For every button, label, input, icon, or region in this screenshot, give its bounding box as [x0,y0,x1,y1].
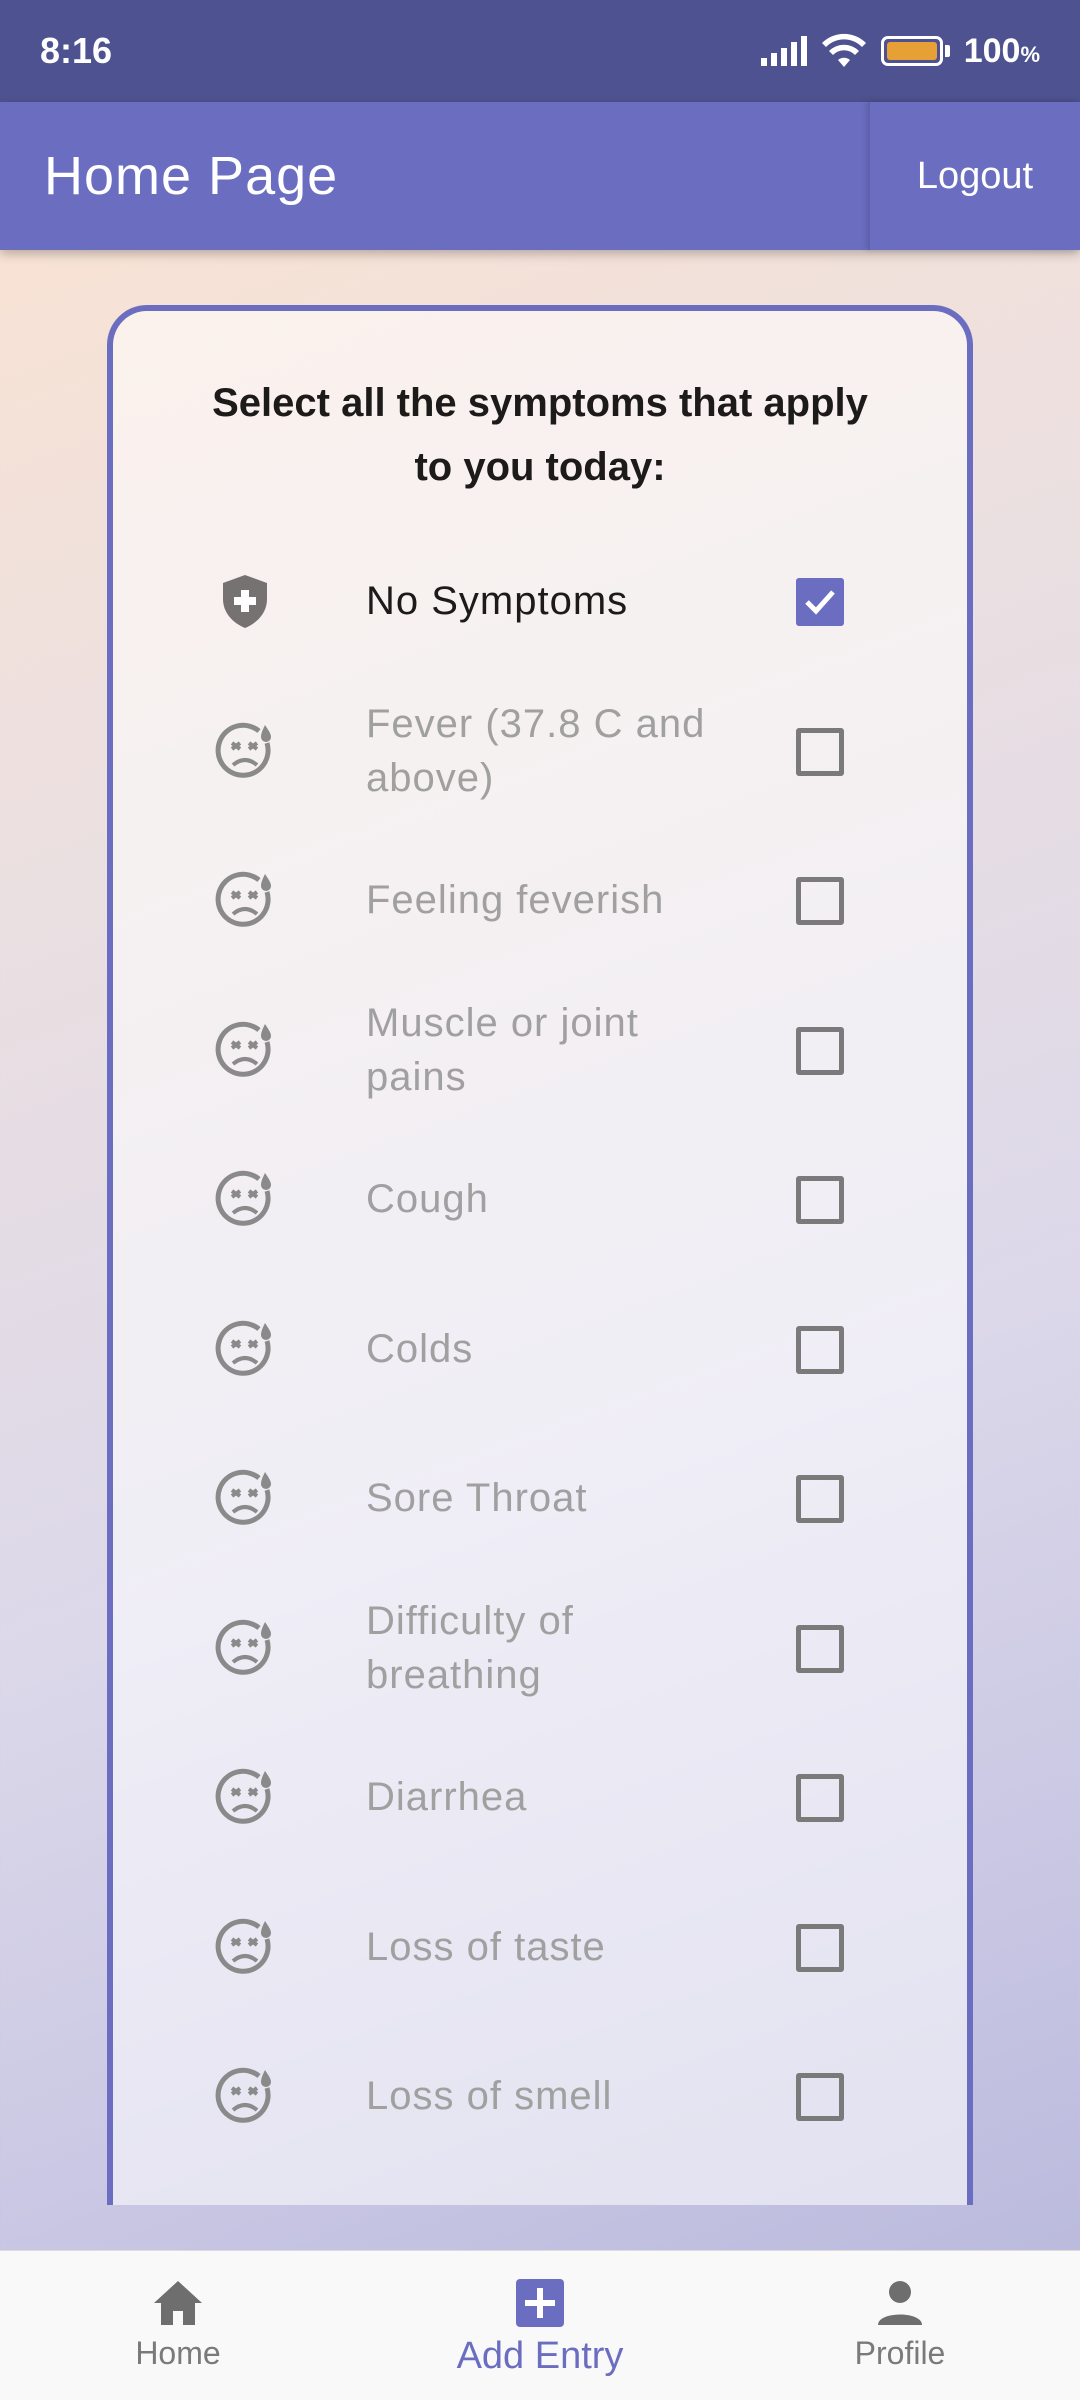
nav-home-label: Home [135,2335,221,2371]
sick-face-icon [215,1020,275,1080]
card-title: Select all the symptoms that apply to yo… [212,381,868,489]
sick-face-icon [215,2066,275,2126]
symptom-checkbox[interactable] [796,1475,844,1523]
symptom-label: Fever (37.8 C and above) [366,701,706,800]
symptom-checkbox[interactable] [796,877,844,925]
symptom-row[interactable]: Loss of smell [113,2026,967,2166]
check-icon [805,590,835,615]
nav-home[interactable]: Home [28,2251,328,2400]
sick-face-icon [215,1618,275,1678]
symptom-checkbox[interactable] [796,1325,844,1374]
logout-button[interactable]: Logout [868,102,1080,250]
add-box-icon [516,2279,564,2327]
symptom-label: Difficulty of breathing [366,1598,574,1697]
nav-add-entry-label: Add Entry [456,2335,624,2377]
sick-face-icon [215,1767,275,1827]
sick-face-icon [215,1468,275,1528]
sick-face-icon [215,1169,275,1229]
app-bar: Home Page Logout [0,102,1080,250]
symptom-checkbox[interactable] [796,1923,844,1972]
symptom-label: Diarrhea [366,1775,528,1819]
sick-face-icon [215,721,275,781]
symptom-label: Muscle or joint pains [366,1000,639,1099]
symptom-checkbox[interactable] [796,1624,844,1673]
symptom-checkbox[interactable] [796,2073,844,2121]
battery-percent: 100% [963,31,1040,70]
symptom-row[interactable]: Feeling feverish [113,830,967,970]
symptom-label: Colds [366,1326,474,1371]
symptom-row[interactable]: Cough [113,1129,967,1269]
battery-icon [880,36,950,66]
status-bar: 8:16 100% [0,0,1080,102]
symptom-row[interactable]: Diarrhea [113,1727,967,1867]
person-icon [878,2281,922,2325]
bottom-nav: Home Add Entry Profile [0,2250,1080,2400]
home-icon [154,2281,202,2325]
symptom-row[interactable]: Fever (37.8 C and above) [113,681,967,821]
sick-face-icon [215,1917,275,1977]
symptom-row[interactable]: Loss of taste [113,1877,967,2017]
page-title: Home Page [44,146,339,206]
symptom-label: Cough [366,1177,489,1221]
symptom-checkbox[interactable] [796,578,844,626]
symptom-row[interactable]: Sore Throat [113,1428,967,1568]
wifi-icon [821,33,866,67]
symptom-checkbox[interactable] [796,1176,844,1224]
symptom-label: Loss of taste [366,1924,606,1969]
symptom-row[interactable]: No Symptoms [113,531,967,671]
symptom-row[interactable]: Colds [113,1279,967,1419]
symptom-label: Feeling feverish [366,878,665,922]
nav-profile[interactable]: Profile [750,2251,1050,2400]
sick-face-icon [215,870,275,930]
signal-icon [760,36,807,66]
symptom-label: Sore Throat [366,1476,588,1520]
symptom-row[interactable]: Muscle or joint pains [113,980,967,1120]
symptom-checkbox[interactable] [796,727,844,776]
symptom-label: Loss of smell [366,2074,613,2118]
shield-plus-icon [215,571,275,631]
nav-profile-label: Profile [854,2335,946,2371]
status-indicators: 100% [760,31,1040,71]
status-time: 8:16 [40,30,113,71]
symptom-label: No Symptoms [366,579,629,623]
symptom-card: Select all the symptoms that apply to yo… [107,305,973,2205]
symptom-checkbox[interactable] [796,1026,844,1075]
symptom-row[interactable]: Difficulty of breathing [113,1578,967,1718]
symptom-checkbox[interactable] [796,1774,844,1822]
nav-add-entry[interactable]: Add Entry [390,2251,690,2400]
sick-face-icon [215,1319,275,1379]
